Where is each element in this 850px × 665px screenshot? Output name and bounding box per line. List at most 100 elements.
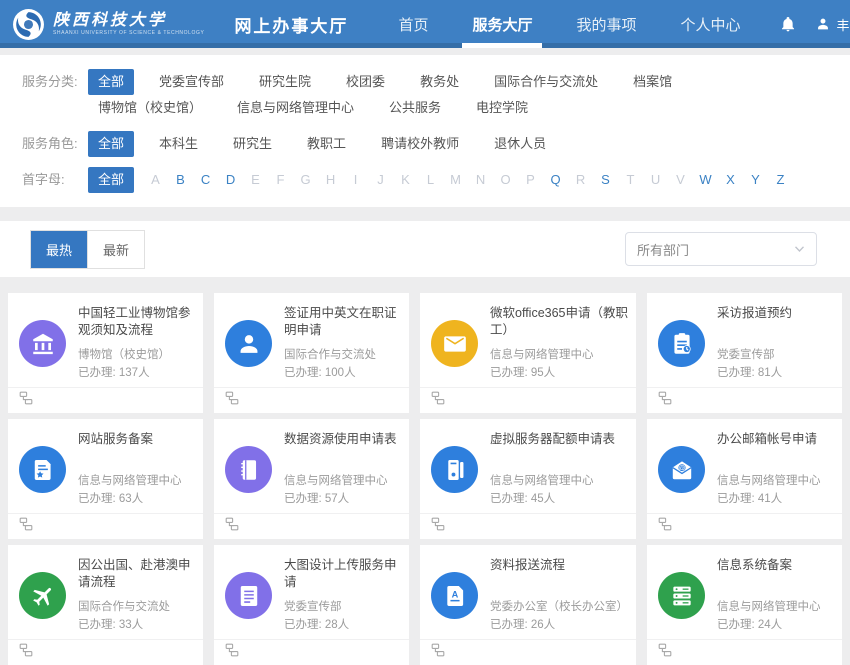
category-chip[interactable]: 教务处 <box>410 69 469 95</box>
service-card[interactable]: @办公邮箱帐号申请信息与网络管理中心已办理: 41人 <box>647 419 842 539</box>
card-department: 党委宣传部 <box>284 598 401 616</box>
category-chip[interactable]: 党委宣传部 <box>149 69 234 95</box>
card-main: 数据资源使用申请表信息与网络管理中心已办理: 57人 <box>214 419 409 513</box>
card-title: 大图设计上传服务申请 <box>284 557 401 593</box>
letter-E: E <box>249 167 262 193</box>
letter-M: M <box>449 167 462 193</box>
card-department: 信息与网络管理中心 <box>490 472 628 490</box>
card-main: 网站服务备案信息与网络管理中心已办理: 63人 <box>8 419 203 513</box>
service-card[interactable]: 大图设计上传服务申请党委宣传部已办理: 28人 <box>214 545 409 665</box>
category-chip[interactable]: 档案馆 <box>623 69 682 95</box>
card-handled-count: 已办理: 100人 <box>284 364 401 382</box>
category-chip[interactable]: 公共服务 <box>379 95 451 121</box>
card-footer <box>214 513 409 539</box>
sort-tab-hottest[interactable]: 最热 <box>31 231 87 268</box>
card-title: 签证用中英文在职证明申请 <box>284 305 401 341</box>
server-icon <box>431 446 478 493</box>
card-handled-count: 已办理: 137人 <box>78 364 195 382</box>
role-chip[interactable]: 教职工 <box>297 131 356 157</box>
sort-tab-newest[interactable]: 最新 <box>87 231 144 268</box>
letter-Y[interactable]: Y <box>749 167 762 193</box>
letter-W[interactable]: W <box>699 167 712 193</box>
sort-tabs: 最热最新 <box>30 230 145 269</box>
workflow-icon <box>225 517 239 536</box>
card-main: 中国轻工业博物馆参观须知及流程博物馆（校史馆）已办理: 137人 <box>8 293 203 387</box>
role-chip[interactable]: 聘请校外教师 <box>371 131 469 157</box>
letter-K: K <box>399 167 412 193</box>
nav-item-my-matters[interactable]: 我的事项 <box>570 0 642 48</box>
service-card[interactable]: 采访报道预约党委宣传部已办理: 81人 <box>647 293 842 413</box>
doc-star-icon <box>19 446 66 493</box>
mail-at-icon: @ <box>658 446 705 493</box>
category-chip[interactable]: 研究生院 <box>249 69 321 95</box>
card-content: 资料报送流程党委办公室（校长办公室）已办理: 26人 <box>490 557 628 639</box>
category-chip[interactable]: 校团委 <box>336 69 395 95</box>
nav-item-home[interactable]: 首页 <box>392 0 434 48</box>
service-card[interactable]: 因公出国、赴港澳申请流程国际合作与交流处已办理: 33人 <box>8 545 203 665</box>
main-nav: 首页服务大厅我的事项个人中心 <box>392 0 778 48</box>
service-card[interactable]: 微软office365申请（教职工）信息与网络管理中心已办理: 95人 <box>420 293 636 413</box>
category-chip[interactable]: 国际合作与交流处 <box>484 69 608 95</box>
card-department: 信息与网络管理中心 <box>490 346 628 364</box>
doc-lines-icon <box>225 572 272 619</box>
card-main: A资料报送流程党委办公室（校长办公室）已办理: 26人 <box>420 545 636 639</box>
card-footer <box>420 387 636 413</box>
card-title: 信息系统备案 <box>717 557 834 593</box>
nav-item-personal-center[interactable]: 个人中心 <box>674 0 746 48</box>
service-card[interactable]: 信息系统备案信息与网络管理中心已办理: 24人 <box>647 545 842 665</box>
service-card[interactable]: 中国轻工业博物馆参观须知及流程博物馆（校史馆）已办理: 137人 <box>8 293 203 413</box>
card-department: 信息与网络管理中心 <box>717 598 834 616</box>
card-handled-count: 已办理: 57人 <box>284 490 401 508</box>
card-footer <box>8 513 203 539</box>
letter-Q[interactable]: Q <box>549 167 562 193</box>
filter-row-initial: 首字母:全部ABCDEFGHIJKLMNOPQRSTUVWXYZ <box>22 167 828 193</box>
role-chip[interactable]: 全部 <box>88 131 134 157</box>
letter-B[interactable]: B <box>174 167 187 193</box>
notification-bell-icon[interactable] <box>779 15 797 33</box>
category-chip[interactable]: 博物馆（校史馆） <box>88 95 212 121</box>
service-card[interactable]: 签证用中英文在职证明申请国际合作与交流处已办理: 100人 <box>214 293 409 413</box>
svg-text:@: @ <box>678 465 685 472</box>
letter-S[interactable]: S <box>599 167 612 193</box>
card-handled-count: 已办理: 81人 <box>717 364 834 382</box>
letter-D[interactable]: D <box>224 167 237 193</box>
letter-C[interactable]: C <box>199 167 212 193</box>
workflow-icon <box>19 517 33 536</box>
role-chip[interactable]: 本科生 <box>149 131 208 157</box>
service-card[interactable]: 数据资源使用申请表信息与网络管理中心已办理: 57人 <box>214 419 409 539</box>
letter-X[interactable]: X <box>724 167 737 193</box>
service-card[interactable]: A资料报送流程党委办公室（校长办公室）已办理: 26人 <box>420 545 636 665</box>
service-card[interactable]: 网站服务备案信息与网络管理中心已办理: 63人 <box>8 419 203 539</box>
card-handled-count: 已办理: 63人 <box>78 490 195 508</box>
card-footer <box>420 513 636 539</box>
card-main: @办公邮箱帐号申请信息与网络管理中心已办理: 41人 <box>647 419 842 513</box>
card-department: 国际合作与交流处 <box>284 346 401 364</box>
card-content: 签证用中英文在职证明申请国际合作与交流处已办理: 100人 <box>284 305 401 387</box>
initial-chip-all[interactable]: 全部 <box>88 167 134 193</box>
workflow-icon <box>658 643 672 662</box>
category-chip[interactable]: 电控学院 <box>466 95 538 121</box>
card-department: 党委宣传部 <box>717 346 834 364</box>
category-chip[interactable]: 信息与网络管理中心 <box>227 95 364 121</box>
workflow-icon <box>658 517 672 536</box>
category-chip-list: 全部党委宣传部研究生院校团委教务处国际合作与交流处档案馆博物馆（校史馆） 信息与网… <box>88 69 828 121</box>
letter-F: F <box>274 167 287 193</box>
card-content: 因公出国、赴港澳申请流程国际合作与交流处已办理: 33人 <box>78 557 195 639</box>
letter-O: O <box>499 167 512 193</box>
university-logo[interactable]: 陕西科技大学 SHAANXI UNIVERSITY OF SCIENCE & T… <box>12 8 204 41</box>
service-card[interactable]: 虚拟服务器配额申请表信息与网络管理中心已办理: 45人 <box>420 419 636 539</box>
role-chip[interactable]: 研究生 <box>223 131 282 157</box>
letter-Z[interactable]: Z <box>774 167 787 193</box>
filter-row-role: 服务角色:全部本科生研究生教职工聘请校外教师退休人员 <box>22 131 828 157</box>
department-select[interactable]: 所有部门 <box>625 232 817 266</box>
card-footer <box>647 639 842 665</box>
nav-item-service-hall[interactable]: 服务大厅 <box>466 0 538 48</box>
letter-V: V <box>674 167 687 193</box>
category-chip[interactable]: 全部 <box>88 69 134 95</box>
letter-N: N <box>474 167 487 193</box>
plane-icon <box>19 572 66 619</box>
filter-row-label: 服务分类: <box>22 69 88 95</box>
user-menu[interactable]: 丰文翔 <box>815 15 850 34</box>
university-name-en: SHAANXI UNIVERSITY OF SCIENCE & TECHNOLO… <box>53 31 204 36</box>
role-chip[interactable]: 退休人员 <box>484 131 556 157</box>
